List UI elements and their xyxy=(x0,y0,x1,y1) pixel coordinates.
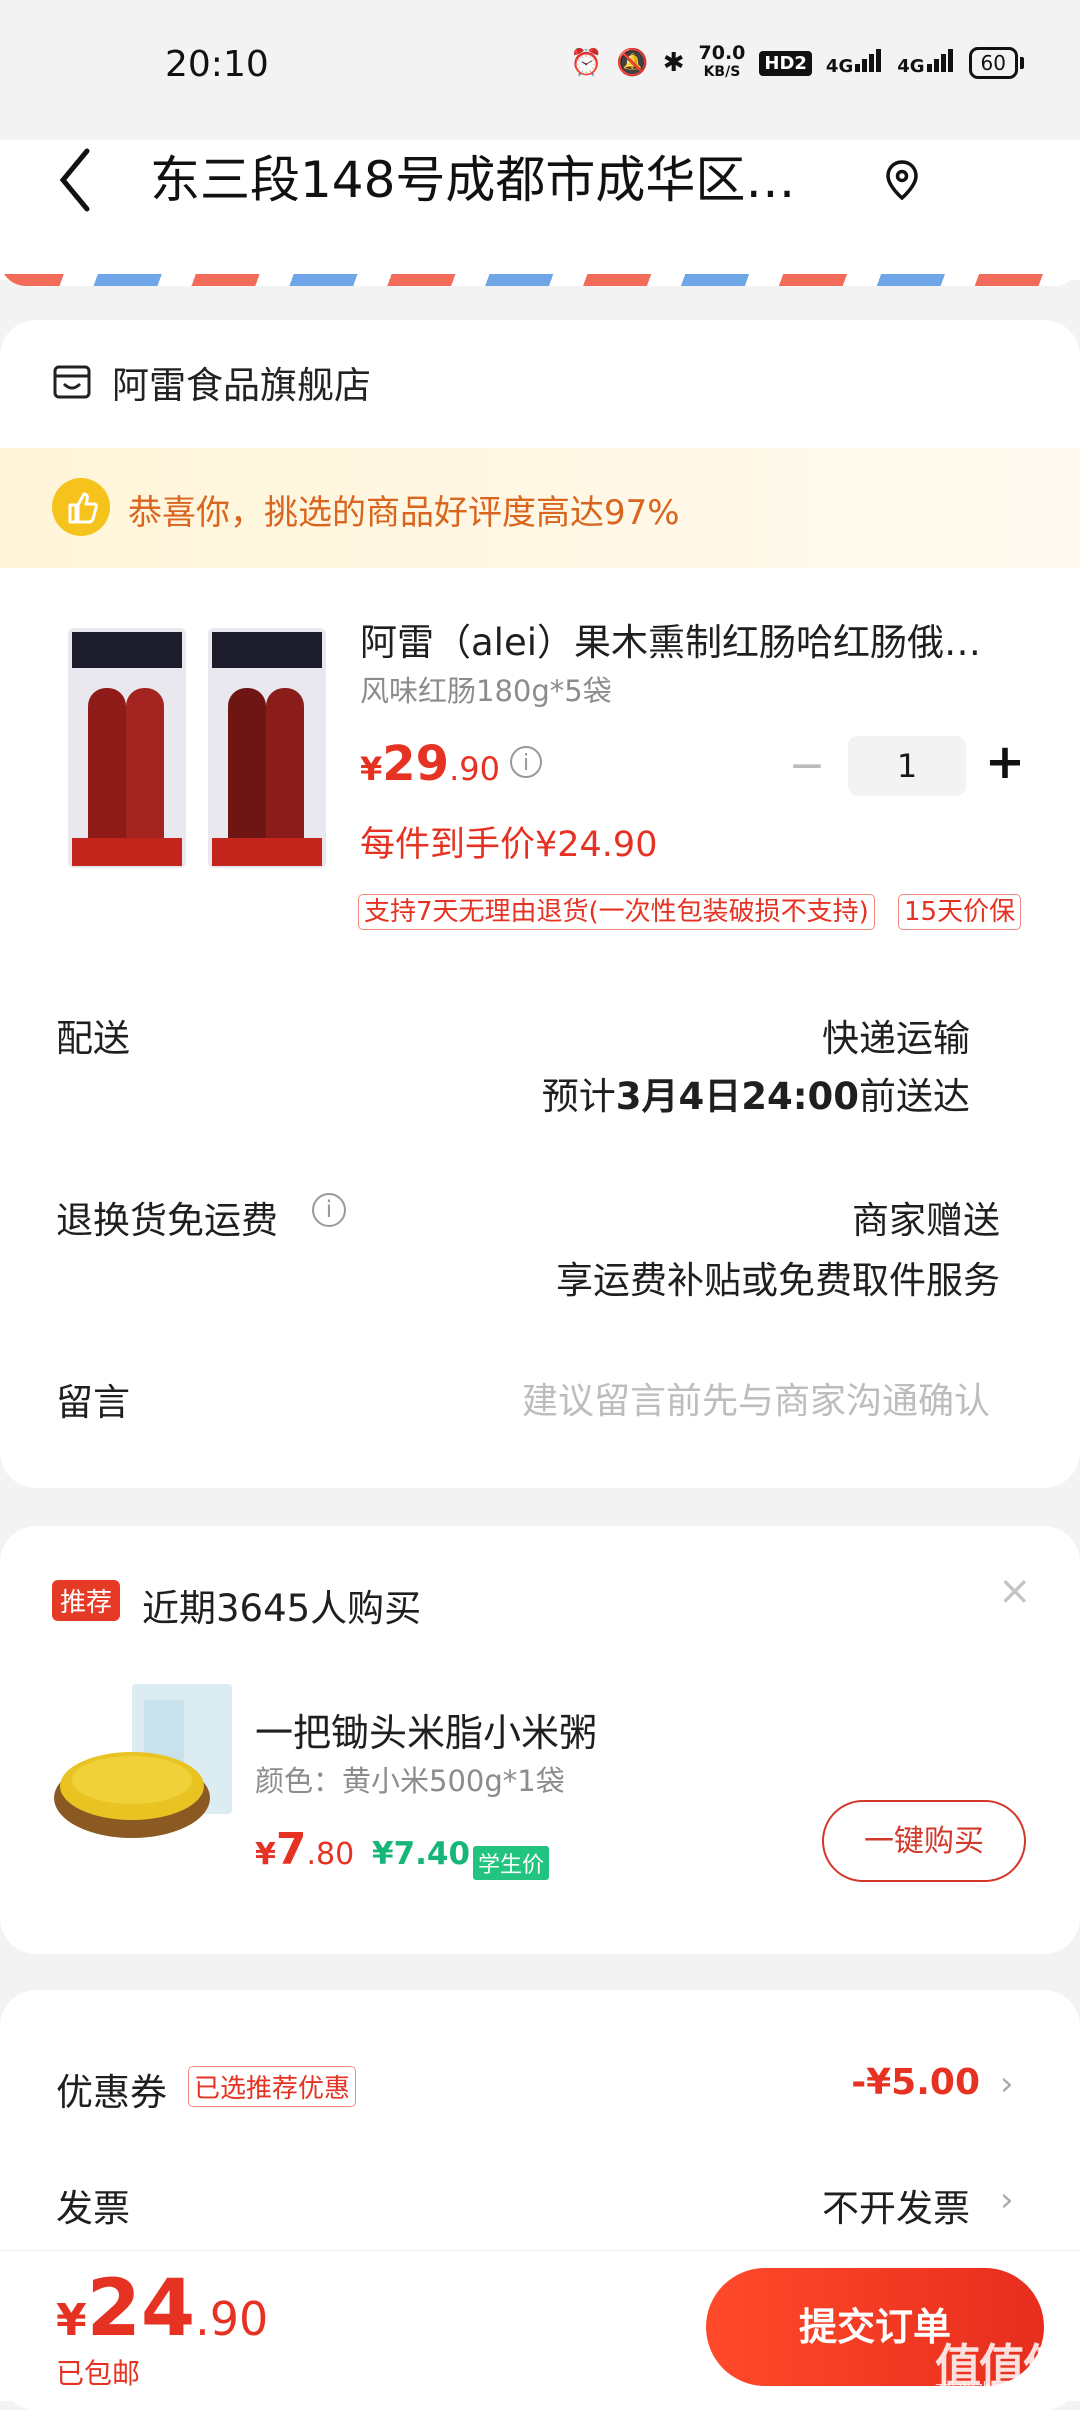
student-price: ¥7.40 xyxy=(372,1836,471,1872)
battery-icon: 60 xyxy=(968,47,1025,79)
return-shipping-desc: 享运费补贴或免费取件服务 xyxy=(556,1259,1000,1302)
delivery-address[interactable]: 东三段148号成都市成华区… xyxy=(150,140,850,220)
product-image[interactable] xyxy=(60,618,340,880)
recommendation-title: 近期3645人购买 xyxy=(142,1587,422,1630)
delivery-label: 配送 xyxy=(56,1017,130,1060)
signal-icon: 4G xyxy=(826,49,883,77)
student-price-badge: 学生价 xyxy=(473,1846,550,1880)
price-protection-tag: 15天价保 xyxy=(898,894,1022,930)
message-label: 留言 xyxy=(56,1381,130,1424)
product-title[interactable]: 阿雷（alei）果木熏制红肠哈红肠俄… xyxy=(360,612,1020,666)
invoice-value[interactable]: 不开发票 xyxy=(822,2178,970,2232)
close-icon[interactable]: × xyxy=(998,1568,1032,1614)
chevron-left-icon xyxy=(59,148,90,212)
recommend-price: ¥7.80 xyxy=(255,1824,355,1875)
back-button[interactable] xyxy=(55,145,115,215)
quantity-decrease-button[interactable]: − xyxy=(785,736,829,796)
status-time: 20:10 xyxy=(165,44,269,85)
quantity-increase-button[interactable]: + xyxy=(980,730,1030,794)
alarm-icon: ⏰ xyxy=(569,48,603,78)
mute-bell-icon: 🔕 xyxy=(616,48,649,78)
signal-icon-2: 4G xyxy=(897,49,954,77)
product-price: ¥29.90 xyxy=(360,736,500,792)
final-price: 每件到手价¥24.90 xyxy=(360,825,658,865)
airmail-stripe xyxy=(0,260,1080,286)
return-info-icon[interactable]: i xyxy=(312,1193,346,1227)
free-shipping-note: 已包邮 xyxy=(56,2357,141,2390)
recommend-product-name[interactable]: 一把锄头米脂小米粥 xyxy=(255,1702,597,1757)
total-price: ¥24.90 xyxy=(56,2264,269,2354)
recommend-badge: 推荐 xyxy=(52,1580,121,1621)
store-icon xyxy=(52,362,92,402)
status-icons: ⏰ 🔕 ✱ 70.0 KB/S HD2 4G 4G 60 xyxy=(569,42,1025,82)
store-name[interactable]: 阿雷食品旗舰店 xyxy=(112,355,371,409)
coupon-value[interactable]: -¥5.00 xyxy=(851,2062,980,2103)
price-info-icon[interactable]: i xyxy=(510,746,542,778)
delivery-method[interactable]: 快递运输 xyxy=(822,1008,970,1062)
quantity-input[interactable]: 1 xyxy=(848,736,966,796)
return-shipping-label: 退换货免运费 xyxy=(56,1199,278,1242)
invoice-chevron-right-icon[interactable]: › xyxy=(1000,2180,1014,2220)
product-spec[interactable]: 风味红肠180g*5袋 xyxy=(360,668,612,710)
bluetooth-icon: ✱ xyxy=(662,48,685,78)
rating-banner-text: 恭喜你，挑选的商品好评度高达97% xyxy=(128,493,680,533)
delivery-eta: 预计3月4日24:00前送达 xyxy=(541,1075,970,1118)
hd-icon: HD2 xyxy=(759,50,812,76)
coupon-label: 优惠券 xyxy=(56,2071,167,2114)
message-input[interactable]: 建议留言前先与商家沟通确认 xyxy=(522,1372,990,1424)
invoice-label: 发票 xyxy=(56,2187,130,2230)
coupon-tag: 已选推荐优惠 xyxy=(188,2066,357,2107)
thumbs-up-icon xyxy=(52,478,110,536)
net-speed: 70.0 KB/S xyxy=(698,42,746,81)
coupon-chevron-right-icon[interactable]: › xyxy=(1000,2064,1014,2104)
return-shipping-value: 商家赠送 xyxy=(852,1199,1000,1242)
one-click-buy-button[interactable]: 一键购买 xyxy=(822,1800,1026,1882)
location-pin-icon[interactable] xyxy=(880,158,924,202)
watermark-url: zhizhizhi.com xyxy=(935,2380,1030,2396)
return-policy-tag: 支持7天无理由退货(一次性包装破损不支持) xyxy=(358,894,875,930)
recommend-product-image[interactable] xyxy=(52,1680,240,1852)
recommend-product-spec: 颜色：黄小米500g*1袋 xyxy=(255,1764,565,1798)
